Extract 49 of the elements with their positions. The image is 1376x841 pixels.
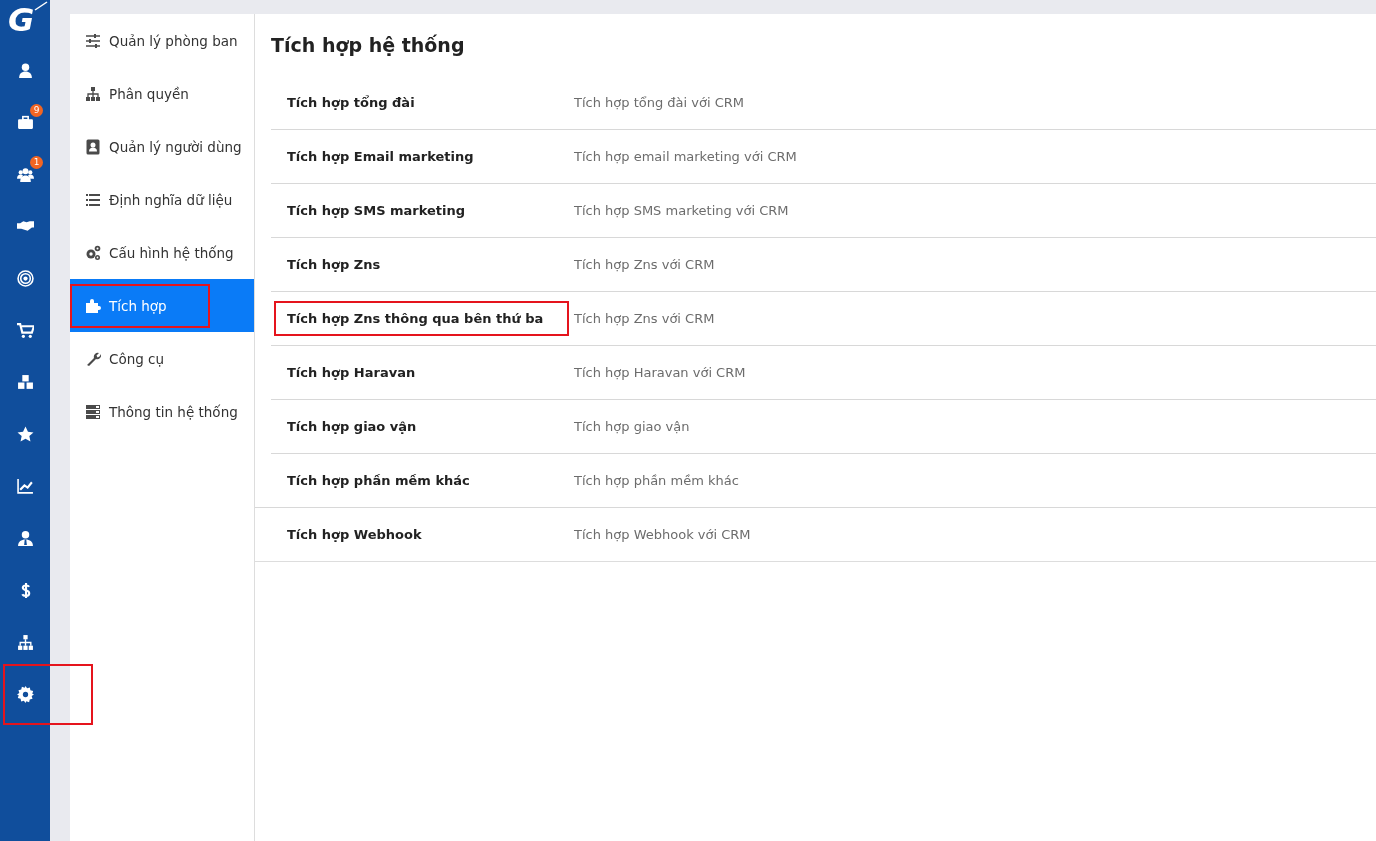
integration-name[interactable]: Tích hợp giao vận — [274, 409, 430, 444]
star-icon[interactable] — [16, 425, 34, 443]
integration-description: Tích hợp Webhook với CRM — [574, 527, 751, 542]
sidebar-item[interactable]: Tích hợp — [70, 279, 254, 332]
cubes-icon[interactable] — [16, 373, 34, 391]
sidebar-item[interactable]: Định nghĩa dữ liệu — [70, 173, 254, 226]
user-icon[interactable] — [16, 61, 34, 79]
page-title: Tích hợp hệ thống — [271, 33, 466, 58]
integration-name[interactable]: Tích hợp Zns thông qua bên thứ ba — [274, 301, 570, 336]
count-badge: 1 — [30, 156, 43, 169]
settings-icon[interactable] — [16, 685, 34, 703]
sidebar-item[interactable]: Phân quyền — [70, 67, 254, 120]
integration-name[interactable]: Tích hợp Haravan — [274, 355, 429, 390]
integration-name[interactable]: Tích hợp tổng đài — [274, 85, 428, 120]
integration-description: Tích hợp email marketing với CRM — [574, 149, 797, 164]
integration-description: Tích hợp phần mềm khác — [574, 473, 739, 488]
chart-icon[interactable] — [16, 477, 34, 495]
sidebar-item[interactable]: Quản lý phòng ban — [70, 14, 254, 67]
integration-name[interactable]: Tích hợp phần mềm khác — [274, 463, 483, 498]
cart-icon[interactable] — [16, 321, 34, 339]
briefcase-icon[interactable] — [16, 113, 34, 131]
sidebar-item[interactable]: Công cụ — [70, 332, 254, 385]
wrench-icon — [85, 350, 101, 367]
integration-name[interactable]: Tích hợp SMS marketing — [274, 193, 479, 228]
server-icon — [85, 403, 101, 420]
integration-description: Tích hợp Haravan với CRM — [574, 365, 746, 380]
list-icon — [85, 191, 101, 208]
user-tie-icon[interactable] — [16, 529, 34, 547]
integration-name[interactable]: Tích hợp Webhook — [274, 517, 435, 552]
sidebar-item[interactable]: Cấu hình hệ thống — [70, 226, 254, 279]
integration-description: Tích hợp SMS marketing với CRM — [574, 203, 789, 218]
integration-description: Tích hợp Zns với CRM — [574, 311, 715, 326]
integration-name[interactable]: Tích hợp Email marketing — [274, 139, 487, 174]
integration-description: Tích hợp giao vận — [574, 419, 690, 434]
sitemap-icon — [85, 85, 101, 102]
sidebar-item[interactable]: Quản lý người dùng — [70, 120, 254, 173]
sitemap-icon[interactable] — [16, 633, 34, 651]
group-icon[interactable] — [16, 165, 34, 183]
logo[interactable]: G — [8, 2, 35, 38]
sliders-icon — [85, 32, 101, 49]
integration-description: Tích hợp Zns với CRM — [574, 257, 715, 272]
integration-name[interactable]: Tích hợp Zns — [274, 247, 394, 282]
contact-card-icon — [85, 138, 101, 155]
integration-description: Tích hợp tổng đài với CRM — [574, 95, 744, 110]
target-icon[interactable] — [16, 269, 34, 287]
gears-icon — [85, 244, 101, 261]
count-badge: 9 — [30, 104, 43, 117]
sidebar-item[interactable]: Thông tin hệ thống — [70, 385, 254, 438]
puzzle-icon — [85, 297, 101, 314]
